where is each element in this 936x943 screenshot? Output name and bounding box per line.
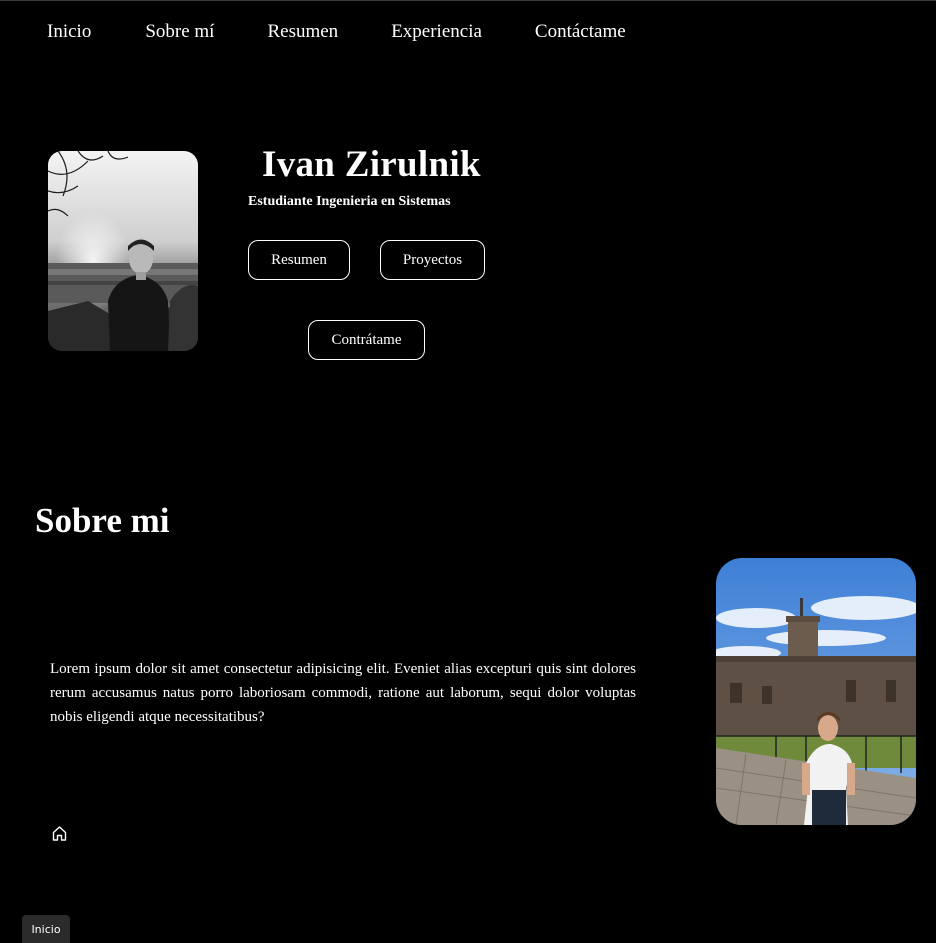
nav-link-sobre-mi[interactable]: Sobre mí: [145, 21, 214, 43]
top-nav: Inicio Sobre mí Resumen Experiencia Cont…: [47, 21, 626, 43]
page: Inicio Sobre mí Resumen Experiencia Cont…: [0, 0, 936, 943]
hero-subtitle: Estudiante Ingenieria en Sistemas: [248, 194, 451, 209]
about-title: Sobre mi: [35, 501, 170, 540]
about-photo: [716, 558, 916, 825]
about-text: Lorem ipsum dolor sit amet consectetur a…: [50, 661, 636, 725]
contratame-button[interactable]: Contrátame: [308, 320, 425, 360]
tooltip-inicio: Inicio: [22, 915, 70, 943]
nav-link-resumen[interactable]: Resumen: [267, 21, 338, 43]
home-icon[interactable]: [51, 825, 68, 842]
nav-link-inicio[interactable]: Inicio: [47, 21, 91, 43]
hero-name: Ivan Zirulnik: [262, 144, 481, 185]
nav-link-experiencia[interactable]: Experiencia: [391, 21, 482, 43]
resumen-button[interactable]: Resumen: [248, 240, 350, 280]
nav-link-contactame[interactable]: Contáctame: [535, 21, 626, 43]
hero-profile-photo: [48, 151, 198, 351]
proyectos-button[interactable]: Proyectos: [380, 240, 485, 280]
